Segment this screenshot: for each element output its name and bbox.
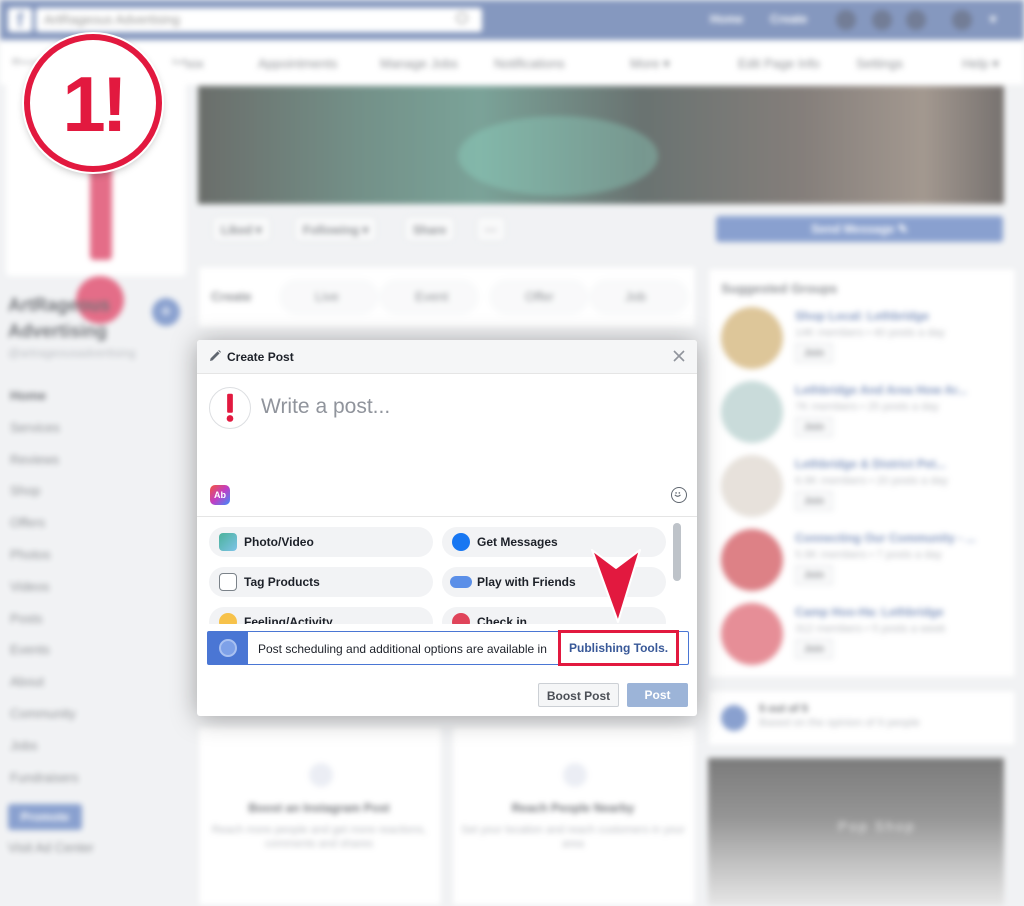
option-label: Tag Products (244, 575, 320, 589)
create-post-dialog: Create Post Write a post... Ab Photo/Vid… (197, 340, 697, 716)
dialog-header: Create Post (197, 340, 697, 374)
notice-text: Post scheduling and additional options a… (258, 642, 547, 656)
messenger-icon (452, 533, 470, 551)
pencil-icon (210, 350, 221, 361)
option-label: Photo/Video (244, 535, 314, 549)
publishing-tools-link[interactable]: Publishing Tools. (569, 641, 668, 655)
shopping-bag-icon (219, 573, 237, 591)
post-text-input[interactable]: Write a post... (261, 395, 390, 419)
post-button[interactable]: Post (627, 683, 688, 707)
publishing-tools-highlight: Publishing Tools. (558, 630, 680, 666)
dialog-title: Create Post (227, 350, 294, 364)
text-background-icon[interactable]: Ab (210, 485, 230, 505)
red-arrow-indicator-icon (591, 549, 641, 623)
smiley-icon (219, 613, 237, 624)
game-controller-icon (450, 576, 472, 588)
feeling-activity-option[interactable]: Feeling/Activity (209, 607, 433, 624)
step-number: 1! (62, 60, 127, 148)
photo-video-icon (219, 533, 237, 551)
option-label: Check in (477, 615, 528, 624)
location-pin-icon (452, 613, 470, 624)
avatar (209, 387, 251, 429)
close-icon[interactable] (671, 348, 687, 364)
tag-products-option[interactable]: Tag Products (209, 567, 433, 597)
clock-face-icon (219, 639, 237, 657)
step-number-badge: 1! (24, 34, 162, 172)
page-logo-icon (226, 393, 234, 422)
option-label: Feeling/Activity (244, 615, 333, 624)
emoji-icon[interactable] (671, 487, 687, 503)
publishing-tools-notice: Post scheduling and additional options a… (207, 630, 689, 666)
clock-icon (208, 632, 248, 664)
boost-post-button[interactable]: Boost Post (538, 683, 619, 707)
options-scrollbar[interactable] (673, 523, 681, 581)
option-label: Get Messages (477, 535, 558, 549)
photo-video-option[interactable]: Photo/Video (209, 527, 433, 557)
option-label: Play with Friends (477, 575, 576, 589)
